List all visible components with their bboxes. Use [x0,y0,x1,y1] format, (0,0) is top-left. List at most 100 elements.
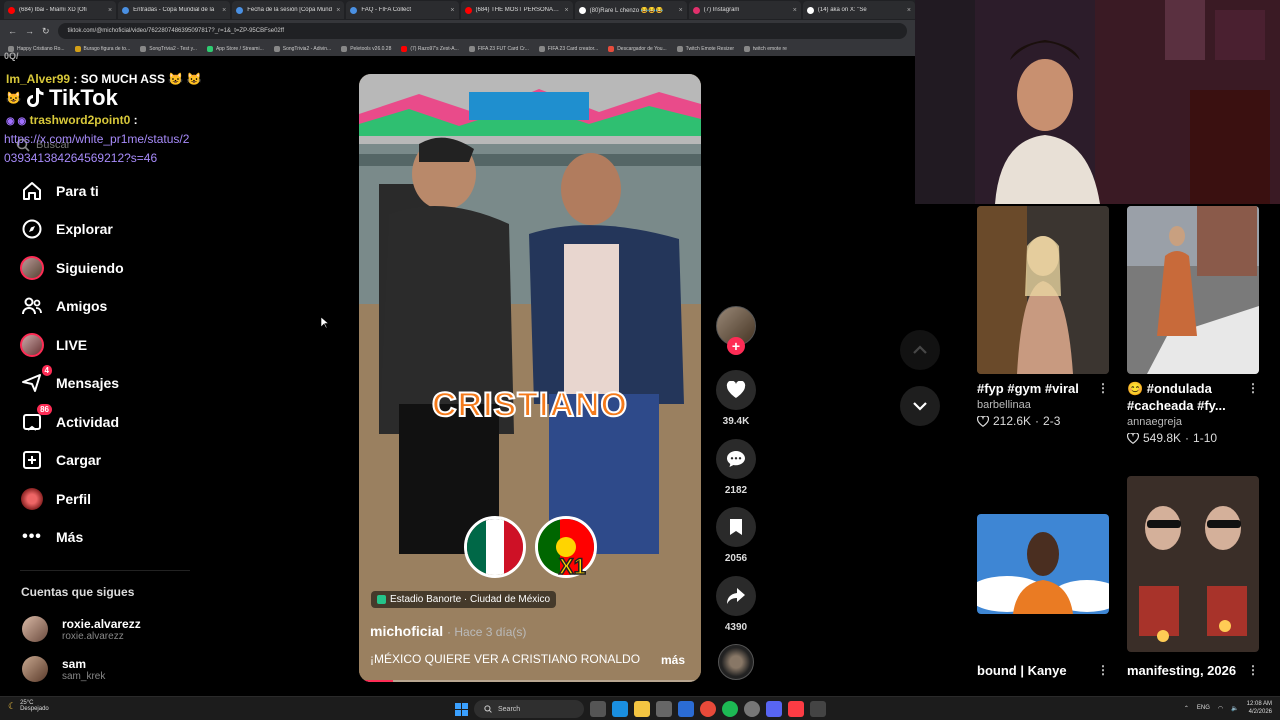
bookmark-favicon-icon [608,46,615,52]
tab-favicon-icon [464,6,472,14]
bookmark-item[interactable]: SongTrivia2 - Adivin... [273,46,331,52]
like-count: 39.4K [722,416,750,427]
nav-item-para-ti[interactable]: Para ti [20,178,190,204]
following-account[interactable]: roxie.alvarezz roxie.alvarezz [22,616,141,642]
card-user: annaegreja [1127,416,1183,428]
chat-link-2[interactable]: 039341384264569212?s=46 [4,151,157,165]
close-icon[interactable]: × [793,7,797,14]
clock[interactable]: 12:08 AM 4/2/2026 [1247,700,1272,716]
nav-item-amigos[interactable]: Amigos [20,293,190,319]
save-button[interactable]: 2056 [713,507,759,564]
language-indicator[interactable]: ENG [1197,705,1210,711]
close-icon[interactable]: × [222,7,226,14]
nav-item-explorar[interactable]: Explorar [20,216,190,242]
nav-item-mensajes[interactable]: 4 Mensajes [20,365,190,396]
bookmark-label: Happy Cristiano Ro... [17,46,65,52]
bookmark-item[interactable]: twitch emote re [744,46,787,52]
nav-item-mas[interactable]: ••• Más [20,524,190,550]
music-icon[interactable] [788,701,804,717]
comment-button[interactable]: 2182 [713,439,759,496]
volume-icon[interactable]: 🔈 [1231,705,1238,712]
edge-icon[interactable] [612,701,628,717]
creator-follow[interactable]: + [713,306,759,355]
bookmark-item[interactable]: (7) Razo97's Zest-A... [401,46,459,52]
chat-badge-icon: ◉ ◉ [6,116,27,127]
caption-more-button[interactable]: más [661,653,685,667]
following-account[interactable]: sam sam_krek [22,656,105,682]
close-icon[interactable]: × [907,7,911,14]
more-options-icon[interactable]: ⋮ [1097,662,1109,679]
bookmark-item[interactable]: App Store / Streami... [206,46,264,52]
bookmark-item[interactable]: FIFA 23 Card creator... [538,46,598,52]
chat-link-1[interactable]: https://x.com/white_pr1me/status/2 [4,132,189,146]
windows-start-icon[interactable] [455,702,468,716]
tiktok-logo[interactable]: 😺 TikTok [6,85,118,111]
wifi-icon[interactable]: ◠ [1218,705,1223,712]
obs-icon[interactable] [810,701,826,717]
browser-tab[interactable]: (684) THE MOST PERSONAL VI × [460,1,573,19]
browser-tab[interactable]: FAQ - FIFA Collect × [346,1,459,19]
browser-tab[interactable]: (80)Rare L chenzo 😂😂😂 × [574,1,687,19]
video-card[interactable]: bound | Kanye ⋮ [977,514,1109,679]
store-icon[interactable] [656,701,672,717]
browser-tab[interactable]: Fecha de la sesión [Copa Mund × [232,1,345,19]
close-icon[interactable]: × [450,7,454,14]
close-icon[interactable]: × [679,7,683,14]
nav-item-actividad[interactable]: 86 Actividad [20,404,190,435]
more-options-icon[interactable]: ⋮ [1247,662,1259,679]
more-options-icon[interactable]: ⋮ [1247,380,1259,397]
bookmark-item[interactable]: Twitch Emote Resizer [676,46,734,52]
url-input[interactable]: tiktok.com/@michoficial/video/7622807486… [57,23,907,39]
share-button[interactable]: 4390 [713,576,759,633]
bookmark-item[interactable]: Burago figura de to... [74,46,130,52]
reload-icon[interactable]: ↻ [42,26,50,37]
bookmark-item[interactable]: Peletools v26.0.28 [341,46,391,52]
browser-tab[interactable]: (7) Instagram × [688,1,801,19]
follow-plus-icon[interactable]: + [727,337,745,355]
video-card[interactable]: #fyp #gym #viral ⋮ barbellinaa 212.6K · 2… [977,206,1109,428]
close-icon[interactable]: × [108,7,112,14]
discord-icon[interactable] [766,701,782,717]
file-explorer-icon[interactable] [634,701,650,717]
task-view-icon[interactable] [590,701,606,717]
bookmark-item[interactable]: Descargador de You... [608,46,667,52]
location-tag[interactable]: Estadio Banorte · Ciudad de México [371,591,557,608]
system-tray: ⌃ ENG ◠ 🔈 12:08 AM 4/2/2026 [1184,700,1272,716]
back-icon[interactable]: ← [8,26,17,36]
forward-icon[interactable]: → [25,26,34,36]
video-card[interactable]: 😊 #ondulada #cacheada #fy... ⋮ annaegreja… [1127,206,1259,445]
tab-label: Entradas - Copa Mundial de la [133,7,215,13]
browser-tab[interactable]: Entradas - Copa Mundial de la × [118,1,231,19]
nav-item-cargar[interactable]: Cargar [20,447,190,473]
nav-item-live[interactable]: LIVE [20,332,190,358]
nav-item-perfil[interactable]: Perfil [20,486,190,512]
mexico-flag-icon [464,516,526,578]
sound-disc[interactable] [713,644,759,680]
previous-video-button[interactable] [900,330,940,370]
like-button[interactable]: 39.4K [713,370,759,427]
close-icon[interactable]: × [565,7,569,14]
spotify-icon[interactable] [722,701,738,717]
heart-outline-icon [977,415,989,427]
chrome-icon[interactable] [700,701,716,717]
next-video-button[interactable] [900,386,940,426]
bookmark-item[interactable]: SongTrivia2 - Test y... [140,46,197,52]
video-author[interactable]: michoficial · Hace 3 día(s) [370,623,526,639]
video-player[interactable]: CRISTIANO X1 Estadio Banorte · Ciudad de… [359,74,701,682]
taskbar-search[interactable]: Search [474,700,584,718]
browser-tab[interactable]: (684) Ibai - Miami XD [Ofi × [4,1,117,19]
video-progress-bar[interactable] [359,680,701,682]
close-icon[interactable]: × [336,7,340,14]
nav-item-siguiendo[interactable]: Siguiendo [20,255,190,281]
browser-tab[interactable]: (14) aka on X: "Se × [802,1,915,19]
card-views: 212.6K [993,414,1032,428]
weather-widget[interactable]: ☾ 25°C Despejado [8,700,49,712]
video-thumbnail [1127,476,1259,652]
bookmark-item[interactable]: FIFA 23 FUT Card Cr... [468,46,529,52]
mail-icon[interactable] [678,701,694,717]
more-options-icon[interactable]: ⋮ [1097,380,1109,397]
tab-favicon-icon [122,6,130,14]
settings-icon[interactable] [744,701,760,717]
tray-overflow-icon[interactable]: ⌃ [1184,705,1189,712]
video-card[interactable]: manifesting, 2026 ⋮ [1127,476,1259,679]
